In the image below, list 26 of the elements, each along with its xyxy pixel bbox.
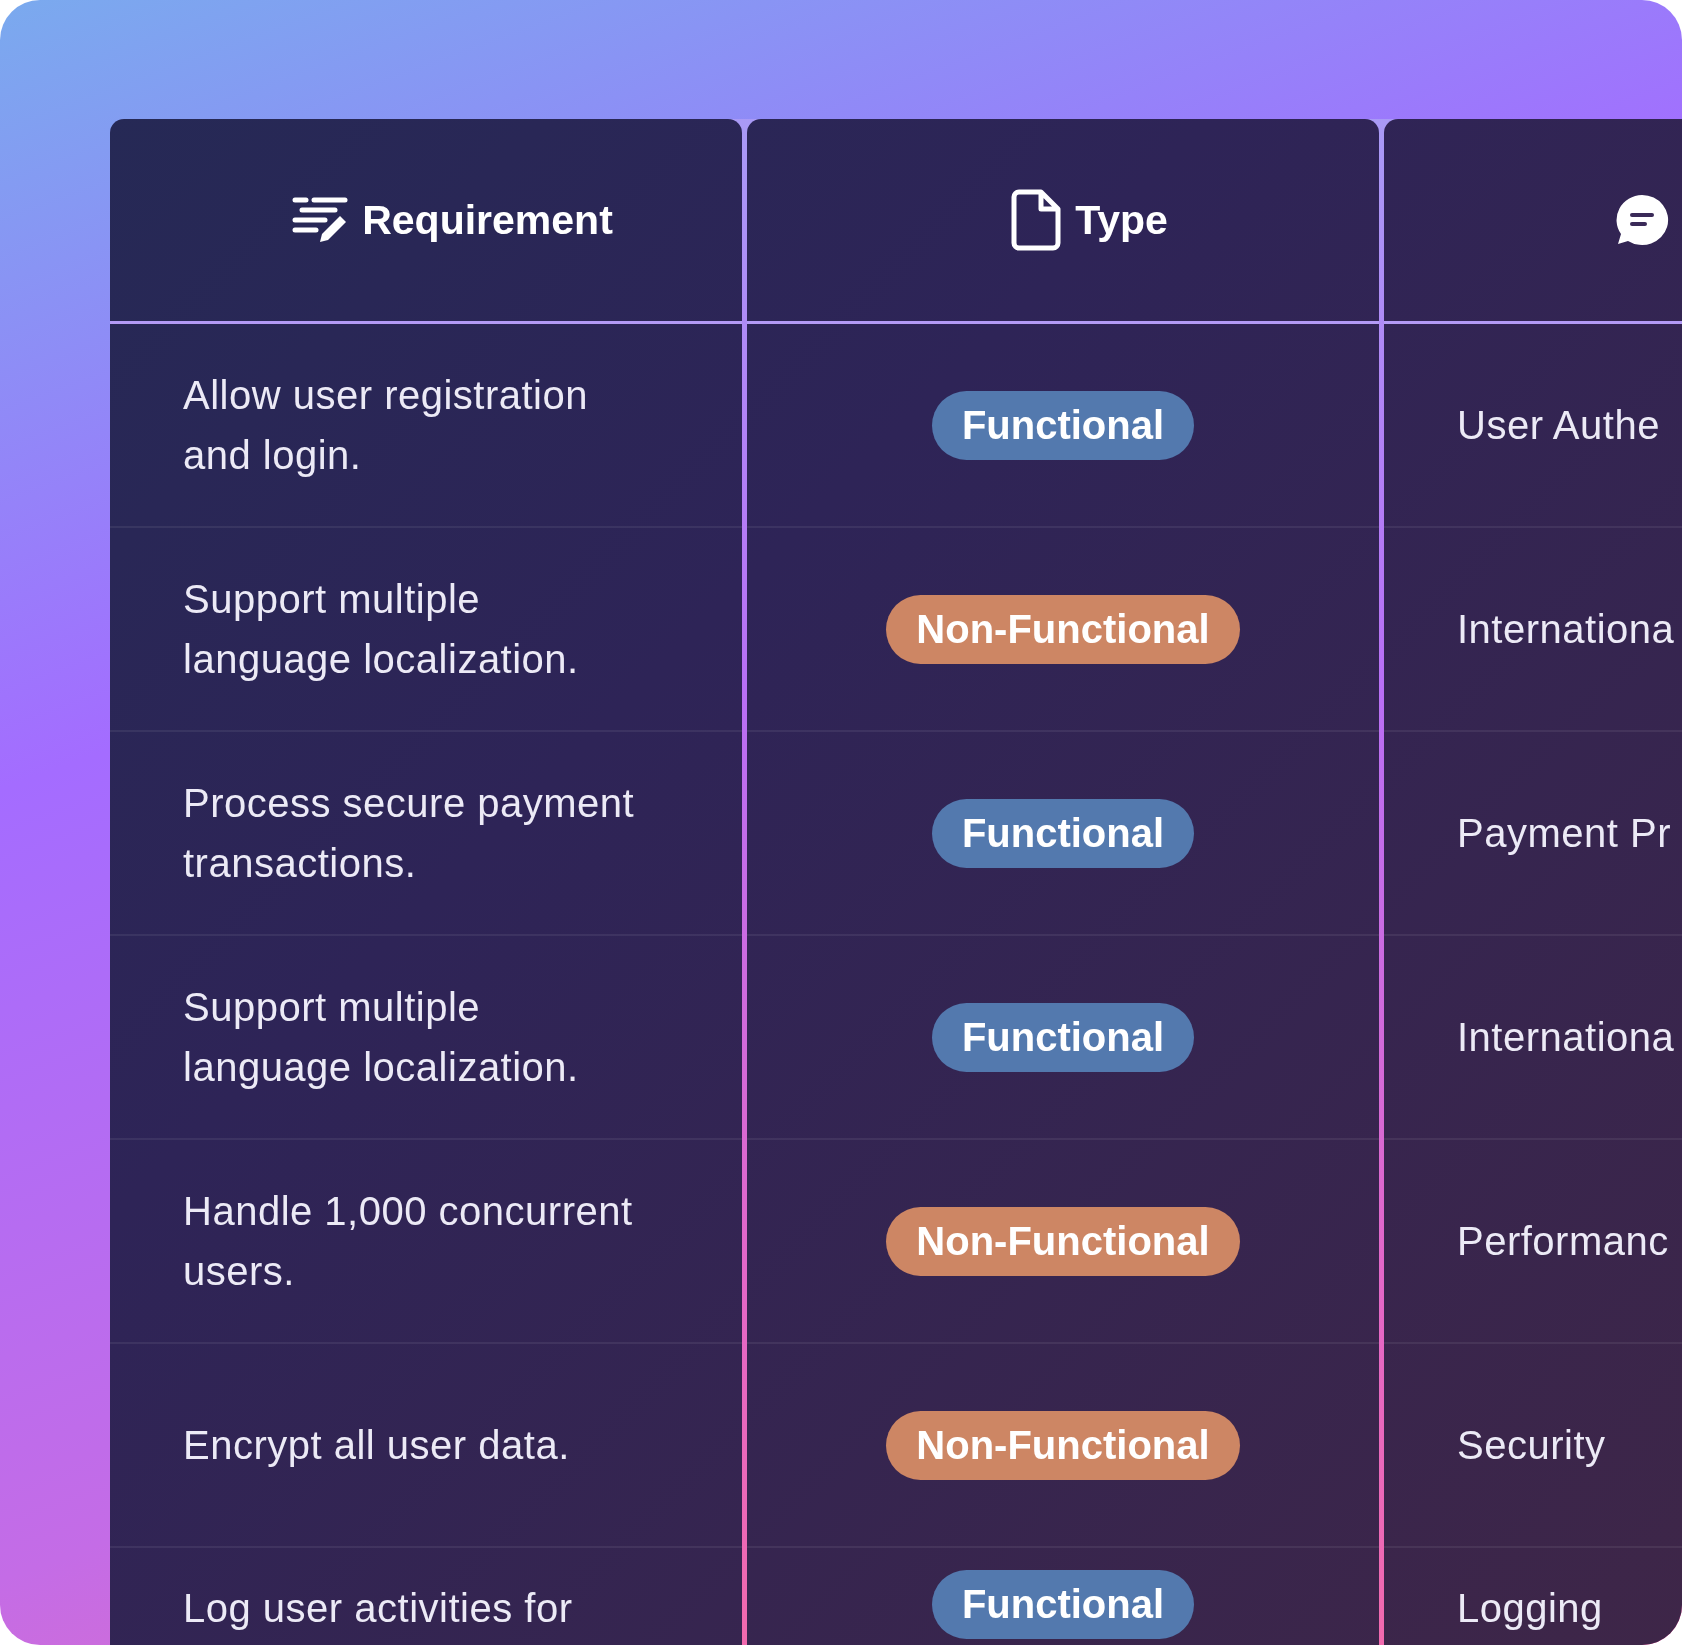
requirement-text: Support multiple language localization. xyxy=(183,984,580,1091)
type-badge: Non-Functional xyxy=(886,1206,1240,1276)
category-text: User Authe xyxy=(1457,402,1660,449)
type-badge: Functional xyxy=(931,1570,1195,1639)
file-icon xyxy=(1011,189,1062,251)
category-text: Internationa xyxy=(1457,606,1675,653)
requirement-text: Log user activities for xyxy=(183,1585,573,1632)
category-text: Payment Pr xyxy=(1457,810,1671,857)
type-badge: Functional xyxy=(931,798,1195,868)
requirement-text: Encrypt all user data. xyxy=(183,1422,570,1469)
type-badge: Non-Functional xyxy=(886,1410,1240,1480)
lines-pen-icon xyxy=(292,196,349,244)
requirement-text: Handle 1,000 concurrent users. xyxy=(183,1188,634,1295)
category-text: Performanc xyxy=(1457,1218,1669,1265)
requirement-text: Allow user registration and login. xyxy=(183,372,589,479)
category-text: Logging xyxy=(1457,1585,1603,1632)
speech-bubble-icon xyxy=(1614,193,1670,247)
column-header: Type xyxy=(1075,196,1168,244)
type-badge: Non-Functional xyxy=(886,594,1240,664)
type-badge: Functional xyxy=(931,1002,1195,1072)
category-text: Security xyxy=(1457,1422,1606,1469)
type-badge: Functional xyxy=(931,390,1195,460)
requirement-text: Support multiple language localization. xyxy=(183,576,580,683)
category-text: Internationa xyxy=(1457,1014,1675,1061)
column-header: Requirement xyxy=(362,196,613,244)
requirement-text: Process secure payment transactions. xyxy=(183,780,636,887)
